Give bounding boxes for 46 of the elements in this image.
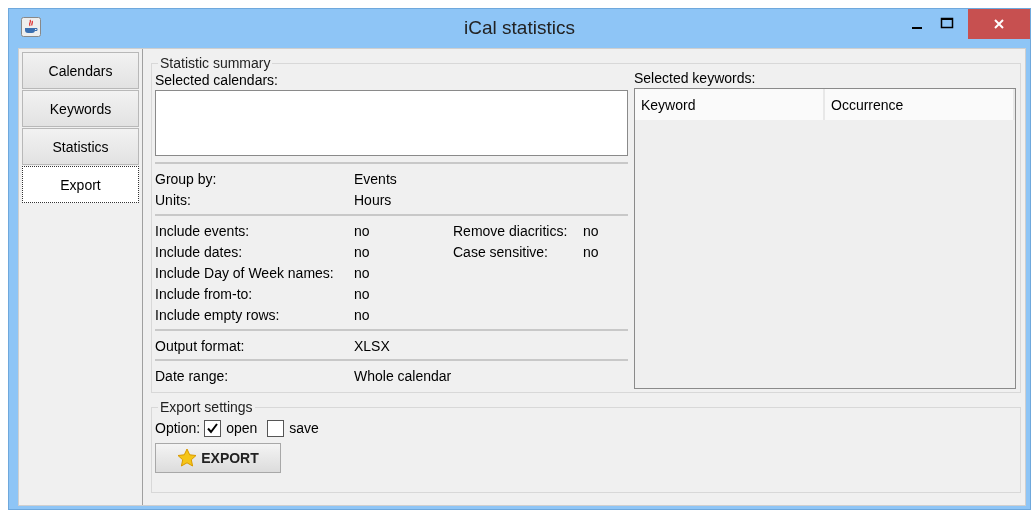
panel-title: Statistic summary xyxy=(159,55,272,71)
column-header[interactable]: Occurrence xyxy=(825,89,1015,121)
setting-value: Whole calendar xyxy=(354,366,453,385)
tab[interactable]: Keywords xyxy=(22,90,139,127)
setting-label: Output format: xyxy=(155,336,246,355)
coffee-cup-icon xyxy=(21,17,41,37)
tab[interactable]: Calendars xyxy=(22,52,139,89)
checkbox[interactable] xyxy=(267,419,285,437)
checkbox-label[interactable]: save xyxy=(289,420,319,437)
panel-title: Export settings xyxy=(159,399,254,415)
minimize-icon xyxy=(912,27,922,29)
setting-label: Date range: xyxy=(155,366,230,385)
close-icon xyxy=(993,18,1005,30)
tab[interactable]: Statistics xyxy=(22,128,139,165)
setting-label: Include empty rows: xyxy=(155,306,281,325)
close-button[interactable] xyxy=(968,9,1030,39)
setting-value: XLSX xyxy=(354,336,391,355)
checkbox[interactable] xyxy=(204,419,222,437)
star-icon xyxy=(177,448,198,469)
setting-value: no xyxy=(354,242,371,261)
setting-label: Include dates: xyxy=(155,242,244,261)
setting-value: no xyxy=(354,306,371,325)
window-title: iCal statistics xyxy=(464,17,575,38)
tab[interactable]: Export xyxy=(22,166,139,203)
setting-label: Group by: xyxy=(155,170,218,189)
checkbox-label[interactable]: open xyxy=(226,420,258,437)
option-label: Remove diacritics: xyxy=(453,221,569,240)
setting-label: Include events: xyxy=(155,221,251,240)
setting-value: Events xyxy=(354,170,398,189)
calendars-label: Selected calendars: xyxy=(155,71,279,90)
setting-label: Include Day of Week names: xyxy=(155,263,335,283)
setting-label: Units: xyxy=(155,191,192,210)
setting-label: Include from-to: xyxy=(155,285,254,304)
calendar-list[interactable] xyxy=(155,90,628,157)
setting-value: no xyxy=(354,285,371,304)
column-header[interactable]: Keyword xyxy=(635,89,825,121)
maximize-icon xyxy=(940,17,954,29)
setting-value: no xyxy=(354,263,371,283)
setting-value: no xyxy=(354,221,371,240)
option-value: no xyxy=(583,221,600,240)
option-value: no xyxy=(583,242,600,261)
keywords-label: Selected keywords: xyxy=(634,69,757,88)
option-label: Case sensitive: xyxy=(453,242,549,261)
option-label: Option: xyxy=(155,419,201,438)
setting-value: Hours xyxy=(354,191,393,210)
export-button[interactable]: EXPORT xyxy=(155,443,281,474)
